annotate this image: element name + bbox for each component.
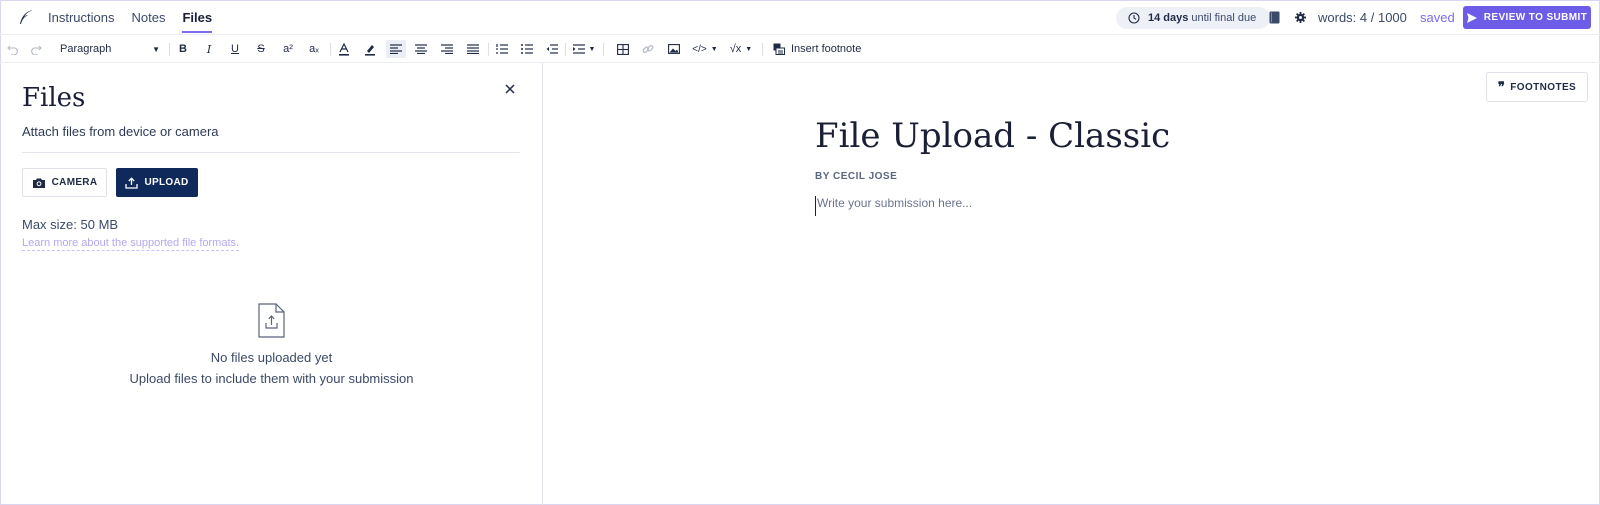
underline-button[interactable]: U: [227, 40, 243, 58]
document-byline: BY CECIL JOSE: [815, 171, 898, 182]
clock-icon: [1128, 12, 1140, 24]
redo-button[interactable]: [28, 40, 44, 58]
align-right-icon: [441, 44, 453, 54]
paragraph-style-value: Paragraph: [60, 43, 112, 55]
tab-notes[interactable]: Notes: [131, 0, 165, 35]
toolbar-divider: [169, 43, 170, 56]
code-icon: </>: [692, 43, 707, 55]
outdent-list-button[interactable]: [544, 40, 560, 58]
strikethrough-button[interactable]: S: [253, 40, 269, 58]
close-icon[interactable]: [505, 84, 515, 94]
tab-instructions[interactable]: Instructions: [48, 0, 114, 35]
table-icon: [617, 43, 629, 55]
caret-down-icon: ▼: [152, 44, 160, 54]
superscript-button[interactable]: a²: [279, 40, 297, 58]
link-icon: [642, 44, 654, 53]
highlight-button[interactable]: [362, 40, 378, 58]
align-right-button[interactable]: [439, 40, 455, 58]
quill-logo-icon: [20, 10, 33, 24]
top-navigation-bar: Instructions Notes Files 14 days until f…: [0, 0, 1600, 35]
paragraph-style-select[interactable]: Paragraph ▼: [60, 40, 160, 58]
submission-text-editor[interactable]: Write your submission here...: [815, 196, 1535, 216]
upload-label: UPLOAD: [144, 177, 189, 188]
text-color-button[interactable]: [336, 40, 352, 58]
image-icon: [668, 44, 680, 54]
empty-state-title: No files uploaded yet: [210, 350, 333, 365]
files-panel: Files Attach files from device or camera…: [0, 63, 543, 505]
saved-status: saved: [1420, 10, 1455, 25]
toolbar-divider: [762, 43, 763, 56]
bulleted-list-button[interactable]: [519, 40, 535, 58]
insert-image-button[interactable]: [666, 40, 682, 58]
camera-icon: [32, 178, 45, 188]
text-color-icon: [339, 42, 349, 56]
numbered-list-button[interactable]: [494, 40, 510, 58]
italic-button[interactable]: I: [201, 40, 217, 58]
align-left-icon: [390, 44, 402, 54]
toolbar-divider: [330, 43, 331, 56]
book-icon[interactable]: [1269, 11, 1280, 24]
caret-down-icon: ▼: [745, 45, 753, 53]
insert-footnote-button[interactable]: Insert footnote: [773, 40, 861, 58]
undo-button[interactable]: [4, 40, 20, 58]
files-panel-subtitle: Attach files from device or camera: [22, 124, 219, 139]
caret-down-icon: ▼: [588, 45, 596, 53]
footnotes-button[interactable]: ❞ FOOTNOTES: [1486, 72, 1588, 102]
footnote-icon: [773, 43, 785, 55]
insert-link-button[interactable]: [640, 40, 656, 58]
quote-icon: ❞: [1497, 79, 1506, 95]
camera-label: CAMERA: [51, 177, 98, 188]
bulleted-list-icon: [521, 44, 533, 54]
send-icon: [1466, 12, 1477, 23]
camera-button[interactable]: CAMERA: [22, 168, 107, 197]
align-justify-button[interactable]: [465, 40, 481, 58]
due-days: 14 days: [1148, 12, 1189, 24]
due-date-badge: 14 days until final due: [1116, 7, 1271, 29]
divider: [22, 152, 520, 153]
files-panel-title: Files: [22, 83, 86, 113]
bold-button[interactable]: B: [175, 40, 191, 58]
submit-label: REVIEW TO SUBMIT: [1483, 12, 1588, 23]
numbered-list-icon: [496, 44, 508, 54]
footnotes-label: FOOTNOTES: [1510, 81, 1577, 93]
toolbar-divider: [565, 43, 566, 56]
gear-icon[interactable]: [1295, 12, 1306, 23]
upload-icon: [125, 176, 139, 189]
empty-state-subtitle: Upload files to include them with your s…: [129, 371, 414, 386]
toolbar-divider: [603, 43, 604, 56]
math-equation-dropdown[interactable]: √x ▼: [725, 40, 757, 58]
max-size-note: Max size: 50 MB: [22, 217, 119, 232]
indent-dropdown[interactable]: ▼: [571, 40, 597, 58]
redo-icon: [30, 45, 42, 55]
align-justify-icon: [467, 44, 479, 54]
upload-button[interactable]: UPLOAD: [116, 168, 198, 197]
indent-icon: [572, 44, 585, 54]
file-upload-icon: [258, 303, 285, 338]
outdent-icon: [546, 44, 558, 54]
word-count: words: 4 / 1000: [1318, 10, 1407, 25]
align-center-icon: [415, 44, 427, 54]
supported-formats-link[interactable]: Learn more about the supported file form…: [22, 237, 240, 251]
undo-icon: [6, 45, 18, 55]
nav-tabs: Instructions Notes Files: [48, 0, 229, 35]
tab-files[interactable]: Files: [182, 0, 212, 35]
editor-toolbar: Paragraph ▼ B I U S a² aₓ ▼ </> ▼ √x ▼ I…: [0, 35, 1600, 63]
square-root-icon: √x: [729, 43, 742, 55]
align-center-button[interactable]: [413, 40, 429, 58]
review-to-submit-button[interactable]: REVIEW TO SUBMIT: [1463, 6, 1591, 29]
insert-footnote-label: Insert footnote: [791, 43, 862, 55]
document-title[interactable]: File Upload - Classic: [815, 116, 1170, 156]
code-block-dropdown[interactable]: </> ▼: [690, 40, 720, 58]
caret-down-icon: ▼: [710, 45, 718, 53]
align-left-button[interactable]: [386, 40, 406, 58]
subscript-button[interactable]: aₓ: [305, 40, 323, 58]
due-label: until final due: [1191, 12, 1257, 24]
insert-table-button[interactable]: [615, 40, 631, 58]
highlighter-icon: [365, 44, 375, 56]
toolbar-divider: [488, 43, 489, 56]
